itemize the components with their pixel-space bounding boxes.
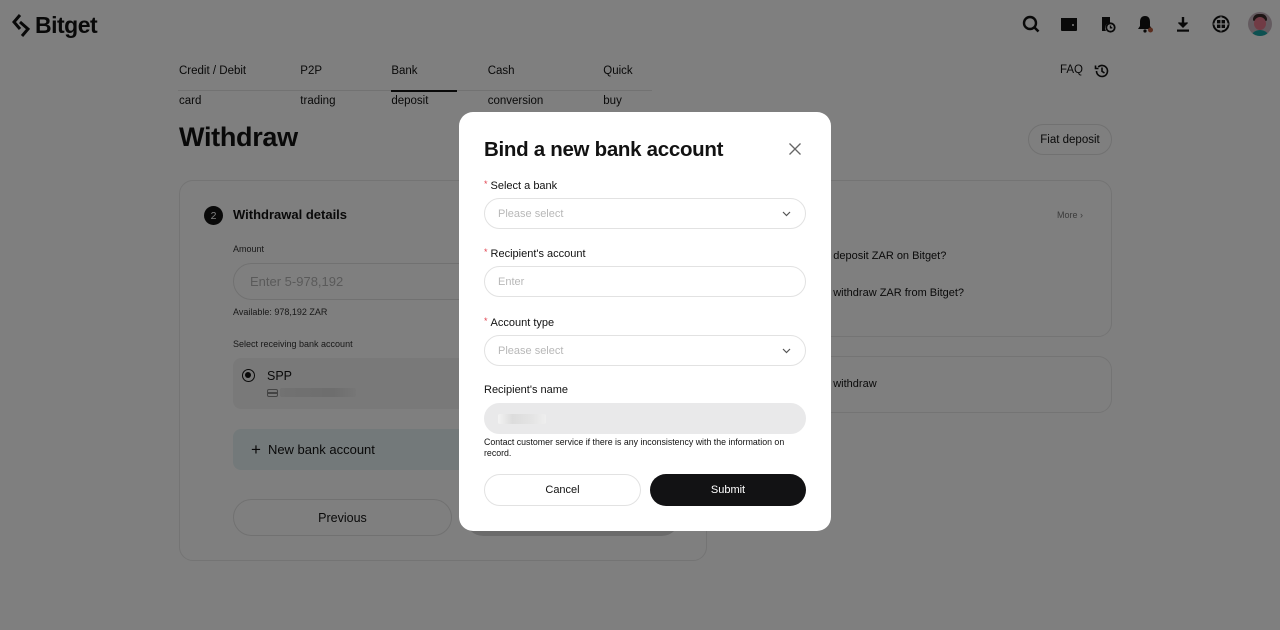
consistency-hint: Contact customer service if there is any… <box>484 437 785 458</box>
cancel-button[interactable]: Cancel <box>484 474 641 506</box>
recipient-name-label: Recipient's name <box>484 384 569 396</box>
required-asterisk: * <box>484 247 488 257</box>
select-bank-dropdown[interactable]: Please select <box>484 198 806 229</box>
recipient-account-input[interactable]: Enter <box>484 266 806 297</box>
modal-title: Bind a new bank account <box>484 138 724 161</box>
account-type-placeholder: Please select <box>498 344 564 357</box>
account-type-label: * Account type <box>484 316 555 329</box>
recipient-account-label: * Recipient's account <box>484 247 586 260</box>
chevron-down-icon <box>782 211 791 217</box>
required-asterisk: * <box>484 179 488 189</box>
bind-bank-account-modal: Bind a new bank account * Select a bank P… <box>459 112 831 531</box>
select-bank-placeholder: Please select <box>498 207 564 220</box>
close-icon[interactable] <box>787 141 803 157</box>
chevron-down-icon <box>782 348 791 354</box>
redacted-name <box>498 413 546 424</box>
submit-button[interactable]: Submit <box>650 474 806 506</box>
select-bank-label: * Select a bank <box>484 179 558 192</box>
recipient-account-placeholder: Enter <box>498 275 525 288</box>
recipient-name-field <box>484 403 806 434</box>
account-type-dropdown[interactable]: Please select <box>484 335 806 366</box>
required-asterisk: * <box>484 316 488 326</box>
